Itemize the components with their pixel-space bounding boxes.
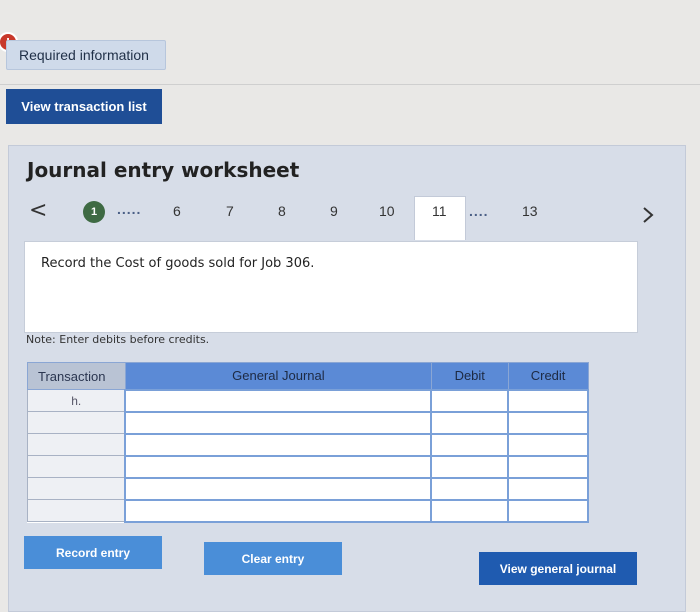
transaction-cell: [27, 477, 126, 500]
record-entry-button[interactable]: Record entry: [24, 536, 162, 569]
header-transaction: Transaction: [27, 362, 126, 390]
collapsed-steps[interactable]: .....: [117, 201, 141, 217]
general-journal-input[interactable]: [124, 498, 433, 523]
journal-table: Transaction General Journal Debit Credit…: [27, 362, 589, 523]
header-general-journal: General Journal: [124, 362, 432, 390]
table-row: h.: [27, 388, 589, 413]
clear-entry-button[interactable]: Clear entry: [204, 542, 342, 575]
credit-input[interactable]: [507, 454, 589, 479]
view-general-journal-button[interactable]: View general journal: [479, 552, 637, 585]
step-7[interactable]: 7: [226, 203, 234, 219]
table-row: [27, 454, 589, 479]
credit-input[interactable]: [507, 498, 589, 523]
previous-step-button[interactable]: <: [29, 198, 47, 223]
general-journal-input[interactable]: [124, 432, 433, 457]
general-journal-input[interactable]: [124, 410, 433, 435]
general-journal-input[interactable]: [124, 476, 433, 501]
table-row: [27, 476, 589, 501]
transaction-cell: [27, 411, 126, 434]
debit-input[interactable]: [430, 476, 510, 501]
credit-input[interactable]: [507, 410, 589, 435]
note-text: Note: Enter debits before credits.: [26, 333, 210, 346]
step-current[interactable]: 1: [83, 201, 105, 223]
required-information-label: Required information: [19, 47, 149, 63]
debit-input[interactable]: [430, 388, 510, 413]
table-row: [27, 498, 589, 523]
transaction-cell: [27, 499, 126, 522]
debit-input[interactable]: [430, 410, 510, 435]
worksheet-title: Journal entry worksheet: [27, 158, 300, 182]
debit-input[interactable]: [430, 498, 510, 523]
step-6[interactable]: 6: [173, 203, 181, 219]
step-9[interactable]: 9: [330, 203, 338, 219]
transaction-cell: [27, 433, 126, 456]
debit-input[interactable]: [430, 432, 510, 457]
step-13[interactable]: 13: [522, 203, 538, 219]
step-11: 11: [432, 203, 447, 219]
instruction-text: Record the Cost of goods sold for Job 30…: [41, 256, 315, 271]
credit-input[interactable]: [507, 476, 589, 501]
required-information-button[interactable]: Required information: [6, 40, 166, 70]
instruction-box: Record the Cost of goods sold for Job 30…: [24, 241, 638, 333]
general-journal-input[interactable]: [124, 388, 433, 413]
table-row: [27, 432, 589, 457]
journal-header-row: Transaction General Journal Debit Credit: [27, 362, 589, 390]
transaction-cell: [27, 455, 126, 478]
header-debit: Debit: [430, 362, 509, 390]
journal-entry-worksheet: Journal entry worksheet < 1 ..... 6 7 8 …: [8, 145, 686, 612]
debit-input[interactable]: [430, 454, 510, 479]
header-credit: Credit: [507, 362, 589, 390]
step-10[interactable]: 10: [379, 203, 395, 219]
general-journal-input[interactable]: [124, 454, 433, 479]
step-8[interactable]: 8: [278, 203, 286, 219]
next-step-icon[interactable]: [639, 206, 657, 224]
step-11-tab-active[interactable]: 11: [414, 196, 466, 240]
credit-input[interactable]: [507, 388, 589, 413]
view-transaction-list-button[interactable]: View transaction list: [6, 89, 162, 124]
step-navigation: < 1 ..... 6 7 8 9 10 11 .... 13: [9, 196, 687, 242]
top-divider: [0, 84, 700, 85]
transaction-cell: h.: [27, 389, 126, 412]
collapsed-steps-2[interactable]: ....: [469, 203, 489, 219]
credit-input[interactable]: [507, 432, 589, 457]
table-row: [27, 410, 589, 435]
